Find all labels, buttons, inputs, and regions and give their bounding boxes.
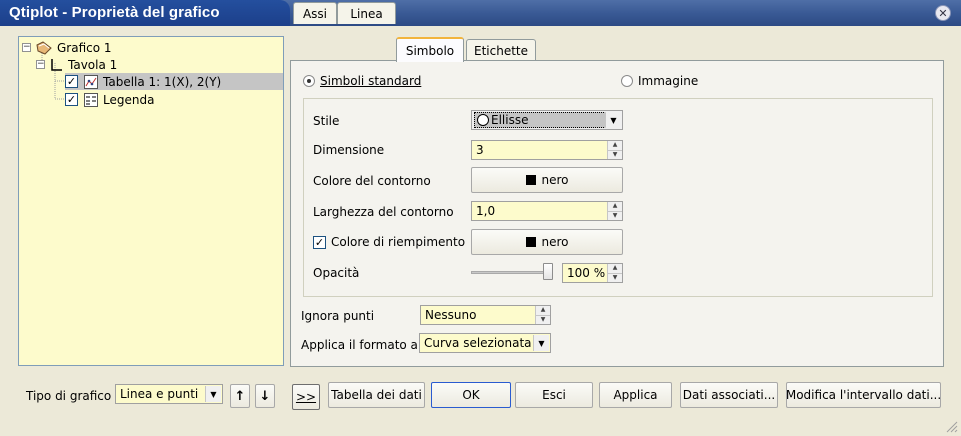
opacity-spinbox[interactable]: 100 % ▲ ▼: [562, 263, 623, 283]
standard-symbols-text: Simboli standard: [320, 74, 422, 88]
opacity-slider-handle[interactable]: [543, 263, 553, 280]
curve-icon: [84, 74, 98, 89]
apply-format-value: Curva selezionata: [424, 336, 532, 350]
tree-label: Tavola 1: [68, 57, 118, 72]
chevron-down-icon[interactable]: ▼: [205, 386, 221, 402]
tab-linea[interactable]: Linea: [337, 2, 396, 24]
collapse-icon[interactable]: −: [22, 43, 31, 52]
tab-simbolo[interactable]: Simbolo: [396, 37, 464, 62]
apply-button[interactable]: Applica: [599, 382, 672, 408]
size-stepper[interactable]: ▲ ▼: [607, 141, 622, 159]
size-value: 3: [476, 143, 484, 157]
move-up-button[interactable]: ↑: [230, 384, 250, 408]
legend-visible-checkbox[interactable]: ✓: [65, 93, 78, 106]
tree-label: Grafico 1: [57, 40, 112, 55]
opacity-stepper[interactable]: ▲ ▼: [607, 264, 622, 282]
tree-item-curve[interactable]: ✓ Tabella 1: 1(X), 2(Y): [65, 73, 283, 90]
title-bar: Qtiplot - Proprietà del grafico ✕: [0, 0, 961, 26]
fill-color-button[interactable]: nero: [471, 229, 623, 255]
skip-points-value: Nessuno: [425, 308, 477, 322]
cancel-button[interactable]: Esci: [515, 382, 593, 408]
edge-color-value: nero: [541, 173, 569, 187]
opacity-label: Opacità: [313, 266, 360, 280]
opacity-slider[interactable]: [471, 271, 553, 274]
edge-width-value: 1,0: [476, 204, 496, 218]
size-spinbox[interactable]: 3 ▲ ▼: [471, 140, 623, 160]
apply-format-select[interactable]: Curva selezionata ▼: [419, 333, 551, 353]
expand-label: >>: [295, 390, 317, 404]
data-table-button[interactable]: Tabella dei dati: [328, 382, 425, 408]
opacity-value: 100 %: [567, 266, 606, 280]
ok-button[interactable]: OK: [431, 382, 511, 408]
plot-type-label: Tipo di grafico: [26, 389, 112, 403]
graph-icon: [36, 40, 52, 55]
arrow-up-icon: ↑: [234, 388, 246, 404]
fill-color-label[interactable]: Colore di riempimento: [331, 235, 465, 249]
dialog-window: Qtiplot - Proprietà del grafico ✕ − Graf…: [0, 0, 961, 436]
tree-item-layer[interactable]: − Tavola 1: [36, 56, 117, 73]
collapse-icon[interactable]: −: [36, 60, 45, 69]
style-select[interactable]: Ellisse ▼: [471, 110, 623, 130]
ellipse-icon: [477, 114, 489, 126]
expand-button[interactable]: >>: [292, 384, 320, 410]
edge-color-label: Colore del contorno: [313, 174, 431, 188]
tree-label: Legenda: [103, 92, 155, 107]
standard-symbols-label[interactable]: Simboli standard: [320, 74, 421, 88]
fill-color-value: nero: [541, 235, 569, 249]
associated-data-button[interactable]: Dati associati...: [680, 382, 778, 408]
color-swatch: [525, 237, 536, 247]
plot-tree[interactable]: − Grafico 1 − Tavola 1 ✓ Tabella 1: 1(X)…: [18, 36, 284, 366]
style-label: Stile: [313, 114, 340, 128]
legend-icon: [84, 92, 98, 107]
skip-points-label: Ignora punti: [301, 309, 375, 323]
edit-range-button[interactable]: Modifica l'intervallo dati...: [786, 382, 941, 408]
edge-color-button[interactable]: nero: [471, 167, 623, 193]
tree-item-legend[interactable]: ✓ Legenda: [65, 91, 154, 108]
edge-width-stepper[interactable]: ▲ ▼: [607, 202, 622, 220]
apply-format-label: Applica il formato a: [301, 338, 418, 352]
curve-visible-checkbox[interactable]: ✓: [65, 75, 78, 88]
tab-etichette[interactable]: Etichette: [466, 39, 536, 61]
plot-type-value: Linea e punti: [120, 387, 199, 401]
style-value: Ellisse: [491, 113, 529, 127]
size-label: Dimensione: [313, 143, 385, 157]
image-label[interactable]: Immagine: [638, 74, 698, 88]
standard-symbols-radio[interactable]: [303, 75, 315, 87]
edge-width-spinbox[interactable]: 1,0 ▲ ▼: [471, 201, 623, 221]
plot-type-select[interactable]: Linea e punti ▼: [115, 384, 223, 404]
chevron-down-icon[interactable]: ▼: [533, 335, 549, 351]
skip-points-stepper[interactable]: ▲ ▼: [535, 306, 550, 324]
layer-icon: [51, 58, 62, 71]
fill-color-checkbox[interactable]: ✓: [313, 236, 326, 249]
tree-label: Tabella 1: 1(X), 2(Y): [103, 74, 222, 89]
skip-points-spinbox[interactable]: Nessuno ▲ ▼: [420, 305, 551, 325]
image-radio[interactable]: [621, 75, 633, 87]
move-down-button[interactable]: ↓: [255, 384, 275, 408]
chevron-down-icon[interactable]: ▼: [605, 112, 621, 128]
arrow-down-icon: ↓: [259, 388, 271, 404]
color-swatch: [525, 175, 536, 185]
tree-item-graph[interactable]: − Grafico 1: [22, 39, 112, 56]
close-icon[interactable]: ✕: [935, 5, 951, 21]
tab-assi[interactable]: Assi: [293, 2, 337, 24]
resize-grip-icon[interactable]: [944, 419, 958, 433]
window-title: Qtiplot - Proprietà del grafico: [9, 4, 220, 21]
edge-width-label: Larghezza del contorno: [313, 205, 454, 219]
